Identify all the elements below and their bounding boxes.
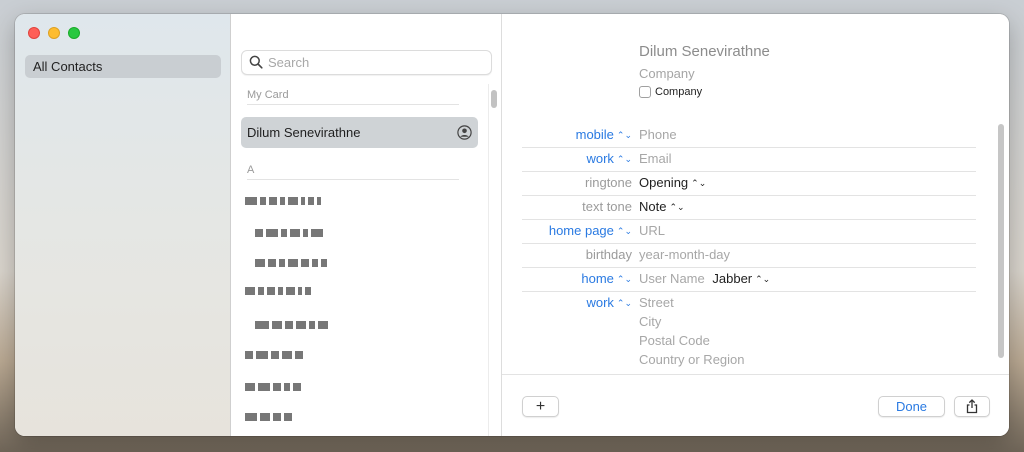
list-item[interactable] bbox=[245, 346, 306, 360]
field-row-email: work ⌃⌄ Email bbox=[522, 148, 976, 172]
zoom-button[interactable] bbox=[68, 27, 80, 39]
im-service-select[interactable]: Jabber ⌃⌄ bbox=[712, 271, 770, 286]
add-field-button[interactable]: + bbox=[522, 396, 559, 417]
text-tone-select[interactable]: Note ⌃⌄ bbox=[639, 199, 685, 214]
me-card-icon bbox=[457, 125, 472, 140]
im-field: User Name Jabber ⌃⌄ bbox=[639, 271, 770, 286]
field-row-im: home ⌃⌄ User Name Jabber ⌃⌄ bbox=[522, 268, 976, 292]
list-item[interactable] bbox=[255, 254, 330, 268]
search-icon bbox=[249, 55, 263, 69]
contacts-window: All Contacts My Card Dilum Senevirathne … bbox=[15, 14, 1009, 436]
postal-code-input[interactable]: Postal Code bbox=[639, 333, 710, 348]
chevron-updown-icon: ⌃⌄ bbox=[616, 274, 632, 284]
share-icon bbox=[966, 399, 978, 414]
chevron-updown-icon: ⌃⌄ bbox=[616, 154, 632, 164]
search-input[interactable] bbox=[268, 53, 483, 72]
list-item[interactable] bbox=[255, 316, 331, 330]
username-input[interactable]: User Name bbox=[639, 271, 705, 286]
my-card-header: My Card bbox=[247, 89, 459, 105]
detail-scrollbar[interactable] bbox=[998, 124, 1004, 358]
list-item[interactable] bbox=[245, 192, 324, 206]
field-row-birthday: birthday year-month-day bbox=[522, 244, 976, 268]
company-field[interactable]: Company bbox=[639, 66, 770, 81]
share-button[interactable] bbox=[954, 396, 990, 417]
street-input[interactable]: Street bbox=[639, 295, 674, 310]
window-controls bbox=[28, 27, 80, 39]
field-label-work-address[interactable]: work ⌃⌄ bbox=[586, 295, 632, 310]
search-field[interactable] bbox=[241, 50, 492, 75]
chevron-updown-icon: ⌃⌄ bbox=[755, 274, 771, 284]
field-row-ringtone: ringtone Opening ⌃⌄ bbox=[522, 172, 976, 196]
list-item[interactable] bbox=[245, 408, 295, 422]
field-label-ringtone: ringtone bbox=[585, 175, 632, 190]
city-input[interactable]: City bbox=[639, 314, 661, 329]
list-item-my-card[interactable]: Dilum Senevirathne bbox=[241, 117, 478, 148]
field-row-address: work ⌃⌄ Street City Postal Code Country o… bbox=[522, 292, 976, 375]
section-header-a: A bbox=[247, 164, 459, 180]
chevron-updown-icon: ⌃⌄ bbox=[616, 298, 632, 308]
done-button[interactable]: Done bbox=[878, 396, 945, 417]
url-input[interactable]: URL bbox=[639, 223, 665, 238]
contact-name-field[interactable]: Dilum Senevirathne bbox=[639, 43, 770, 60]
ringtone-select[interactable]: Opening ⌃⌄ bbox=[639, 175, 706, 190]
list-item[interactable] bbox=[255, 224, 326, 238]
field-label-work-email[interactable]: work ⌃⌄ bbox=[586, 151, 632, 166]
chevron-updown-icon: ⌃⌄ bbox=[691, 178, 707, 188]
chevron-updown-icon: ⌃⌄ bbox=[616, 226, 632, 236]
list-scrollbar[interactable] bbox=[491, 90, 497, 108]
list-item[interactable] bbox=[245, 282, 314, 296]
close-button[interactable] bbox=[28, 27, 40, 39]
field-row-home-page: home page ⌃⌄ URL bbox=[522, 220, 976, 244]
company-checkbox-row[interactable]: Company bbox=[639, 86, 770, 98]
company-checkbox-label: Company bbox=[655, 86, 703, 98]
sidebar-item-all-contacts[interactable]: All Contacts bbox=[25, 55, 221, 78]
name-block: Dilum Senevirathne Company Company bbox=[639, 43, 770, 98]
email-input[interactable]: Email bbox=[639, 151, 672, 166]
field-label-birthday: birthday bbox=[585, 247, 632, 262]
field-label-text-tone: text tone bbox=[582, 199, 632, 214]
field-label-home-page[interactable]: home page ⌃⌄ bbox=[549, 223, 632, 238]
contact-detail: Dilum Senevirathne Company Company mobil… bbox=[502, 14, 1009, 436]
chevron-updown-icon: ⌃⌄ bbox=[669, 202, 685, 212]
field-list: mobile ⌃⌄ Phone work ⌃⌄ Email ringtone Ope… bbox=[522, 124, 976, 375]
contact-name: Dilum Senevirathne bbox=[247, 125, 361, 140]
list-scroll-track bbox=[488, 84, 489, 436]
phone-input[interactable]: Phone bbox=[639, 127, 677, 142]
divider bbox=[502, 374, 1009, 375]
chevron-updown-icon: ⌃⌄ bbox=[616, 130, 632, 140]
company-checkbox[interactable] bbox=[639, 86, 651, 98]
country-input[interactable]: Country or Region bbox=[639, 352, 745, 367]
contact-list: My Card Dilum Senevirathne A bbox=[231, 14, 502, 436]
birthday-input[interactable]: year-month-day bbox=[639, 247, 730, 262]
field-row-mobile: mobile ⌃⌄ Phone bbox=[522, 124, 976, 148]
field-label-home-im[interactable]: home ⌃⌄ bbox=[581, 271, 632, 286]
field-label-mobile[interactable]: mobile ⌃⌄ bbox=[576, 127, 632, 142]
sidebar: All Contacts bbox=[15, 14, 231, 436]
field-row-text-tone: text tone Note ⌃⌄ bbox=[522, 196, 976, 220]
minimize-button[interactable] bbox=[48, 27, 60, 39]
list-item[interactable] bbox=[245, 378, 304, 392]
